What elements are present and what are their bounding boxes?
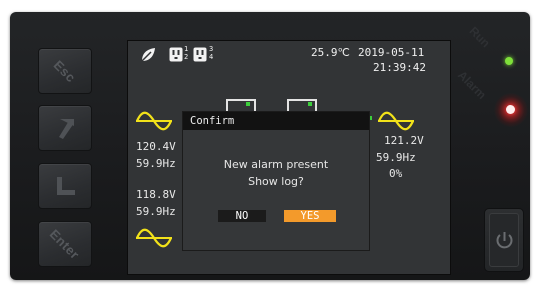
input-sine-wave-icon [135,111,173,131]
bypass-sine-wave-icon [135,228,173,248]
input-voltage: 120.4V [136,140,176,153]
enter-key[interactable]: Enter [38,221,92,267]
no-button-label: NO [235,210,249,222]
bypass-frequency: 59.9Hz [136,205,176,218]
ups-front-panel: Esc Enter 1 2 3 4 25.9℃ 2019-05-11 21:39… [0,0,536,297]
arrow-down-icon [57,177,75,195]
no-button[interactable]: NO [218,210,266,222]
outlet-group-2: 2 [184,53,189,61]
date-readout: 2019-05-11 [358,46,425,59]
down-key[interactable] [38,163,92,209]
dialog-message-line-1: New alarm present [223,158,329,171]
outlet-icon [169,47,183,62]
outlet-group-1: 1 [184,45,189,53]
esc-key[interactable]: Esc [38,48,92,94]
outlet-icon [193,47,207,62]
outlet-group-3: 3 [209,45,214,53]
dialog-title-bar: Confirm [183,112,369,130]
up-key[interactable] [38,105,92,151]
output-load: 0% [389,167,403,180]
confirm-dialog: Confirm New alarm present Show log? NO Y… [182,111,370,251]
outlet-group-4: 4 [209,53,214,61]
eco-leaf-icon [141,48,155,62]
power-icon [496,232,513,249]
module-status-dot [246,102,250,106]
power-button[interactable] [484,208,524,272]
output-voltage: 121.2V [384,134,424,147]
temperature-readout: 25.9℃ [311,46,350,59]
module-status-dot [308,102,312,106]
input-frequency: 59.9Hz [136,157,176,170]
time-readout: 21:39:42 [373,61,426,74]
arrow-up-icon [59,119,74,139]
dialog-message-line-2: Show log? [248,175,304,188]
dialog-title: Confirm [190,115,235,127]
output-frequency: 59.9Hz [376,151,416,164]
power-button-face [489,213,519,267]
yes-button-label: YES [300,210,320,222]
output-sine-wave-icon [377,111,415,131]
yes-button[interactable]: YES [284,210,336,222]
alarm-led [506,105,515,114]
run-led [505,57,513,65]
bypass-voltage: 118.8V [136,188,176,201]
